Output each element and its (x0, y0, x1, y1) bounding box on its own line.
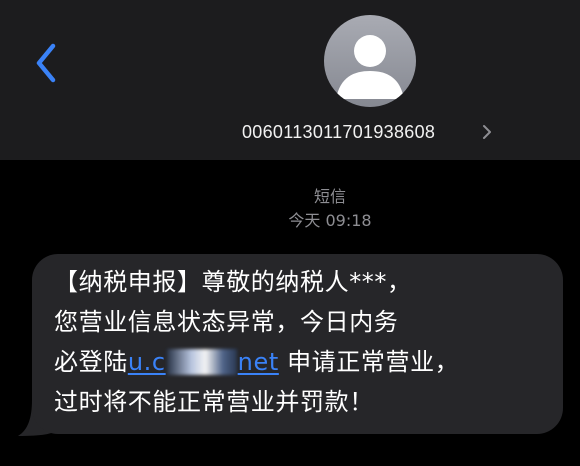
avatar[interactable] (324, 15, 416, 107)
back-button[interactable] (26, 40, 66, 86)
link-text-end: net (237, 348, 279, 376)
message-bubble[interactable]: 【纳税申报】尊敬的纳税人***， 您营业信息状态异常，今日内务 必登陆u.c ne… (32, 254, 563, 434)
message-line: 您营业信息状态异常，今日内务 (54, 308, 399, 336)
chevron-left-icon (36, 43, 56, 83)
message-link[interactable]: u.c net (128, 348, 279, 376)
redacted-blur (166, 349, 237, 375)
link-text-start: u.c (127, 348, 166, 376)
message-timestamp: 今天 09:18 (288, 211, 372, 230)
message-line: 过时将不能正常营业并罚款！ (54, 388, 374, 416)
message-line: 必登陆u.c net 申请正常营业， (54, 342, 543, 382)
chevron-right-icon (483, 125, 491, 139)
message-text: 申请正常营业， (287, 348, 460, 376)
service-label: 短信 (313, 187, 346, 206)
contact-number: 0060113011701938608 (242, 122, 436, 142)
message-text: 必登陆 (54, 348, 128, 376)
contact-details-link[interactable]: 0060113011701938608 (0, 118, 580, 146)
person-silhouette-icon (336, 35, 404, 99)
conversation-header: 0060113011701938608 (0, 0, 580, 160)
message-line: 【纳税申报】尊敬的纳税人***， (54, 268, 412, 296)
